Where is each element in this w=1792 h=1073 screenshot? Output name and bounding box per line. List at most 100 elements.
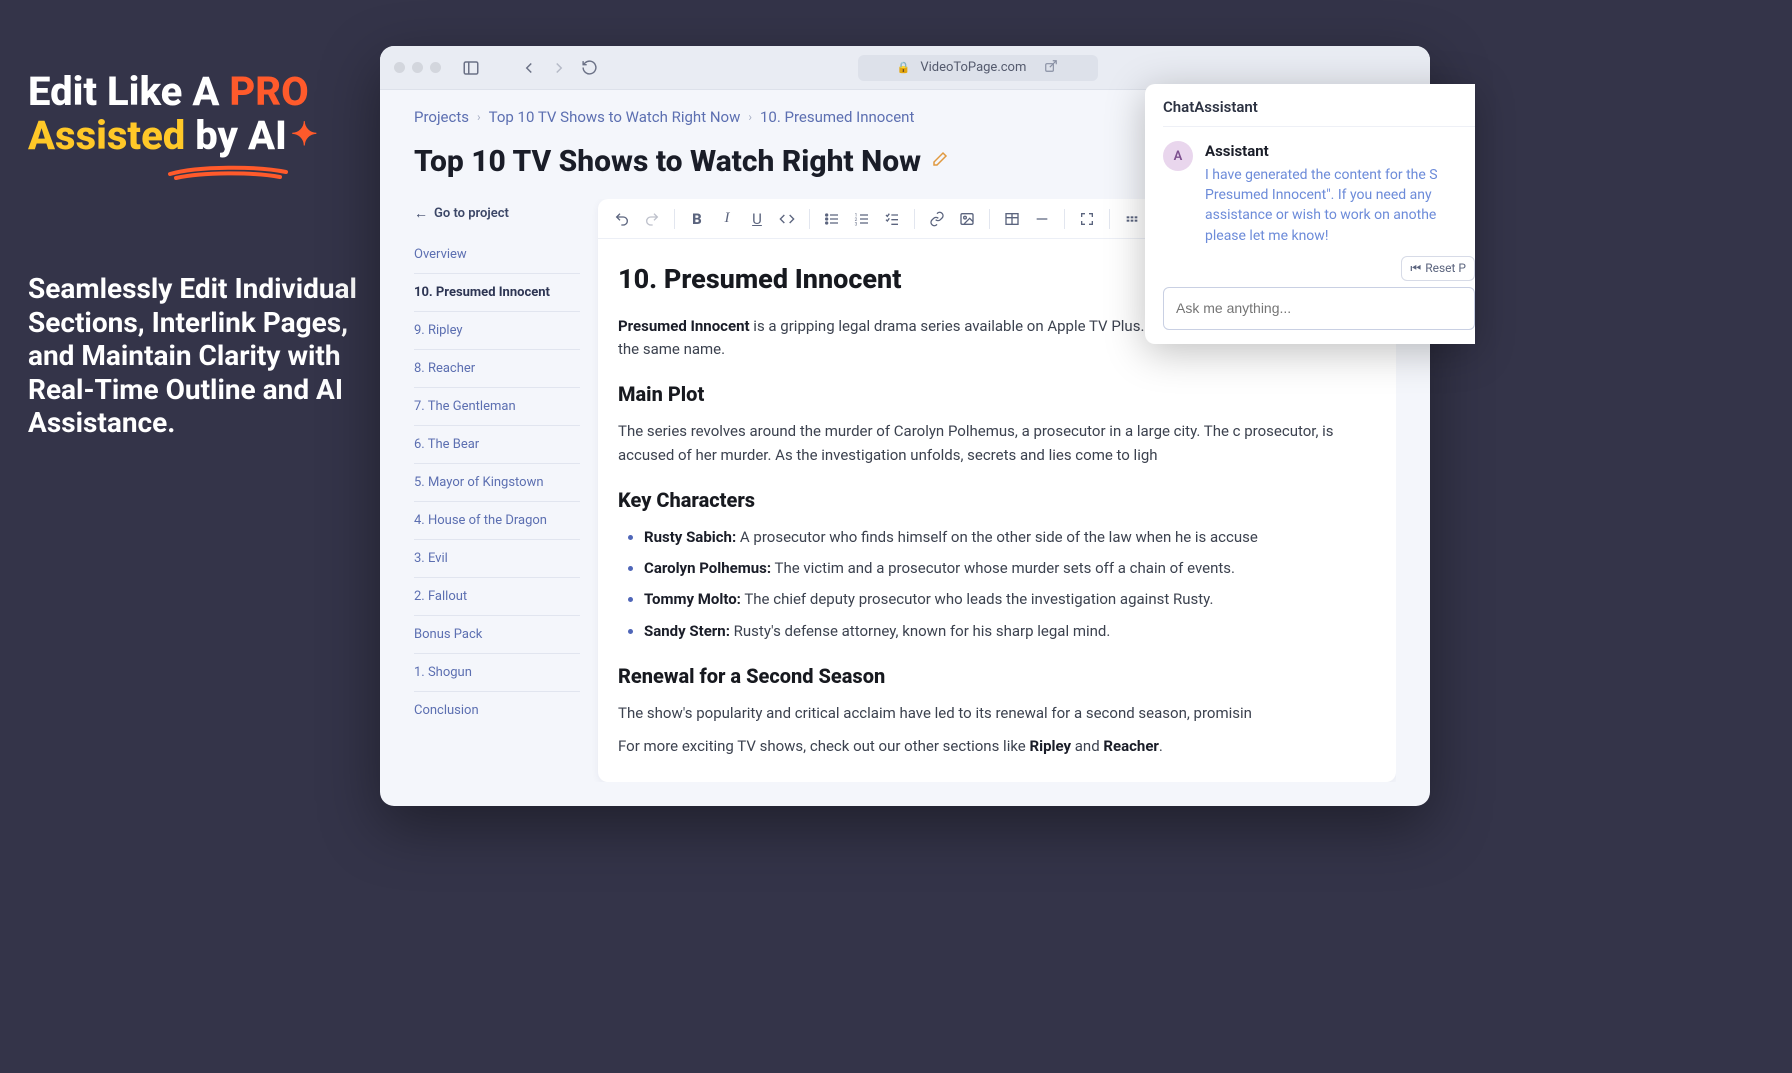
avatar: A bbox=[1163, 141, 1193, 171]
key-characters-heading: Key Characters bbox=[618, 485, 1376, 516]
page-title: Top 10 TV Shows to Watch Right Now bbox=[414, 144, 921, 179]
footer-paragraph: For more exciting TV shows, check out ou… bbox=[618, 735, 1376, 758]
headline-part1: Edit Like A bbox=[28, 68, 229, 115]
outline-item-evil[interactable]: 3. Evil bbox=[414, 540, 580, 578]
outline-item-reacher[interactable]: 8. Reacher bbox=[414, 350, 580, 388]
outline-item-house-dragon[interactable]: 4. House of the Dragon bbox=[414, 502, 580, 540]
traffic-light-max[interactable] bbox=[430, 62, 441, 73]
outline-item-conclusion[interactable]: Conclusion bbox=[414, 692, 580, 729]
toolbar-divider bbox=[809, 209, 810, 229]
char-name: Tommy Molto: bbox=[644, 590, 741, 608]
char-name: Rusty Sabich: bbox=[644, 528, 736, 546]
url-bar[interactable]: 🔒 VideoToPage.com bbox=[858, 55, 1098, 81]
nav-forward-icon[interactable] bbox=[549, 58, 569, 78]
outline-panel: ← Go to project Overview 10. Presumed In… bbox=[414, 199, 580, 782]
fullscreen-button[interactable] bbox=[1073, 205, 1101, 233]
list-item: Rusty Sabich: A prosecutor who finds him… bbox=[644, 526, 1376, 549]
outline-item-overview[interactable]: Overview bbox=[414, 236, 580, 274]
breadcrumb-project[interactable]: Top 10 TV Shows to Watch Right Now bbox=[489, 108, 741, 126]
ordered-list-button[interactable]: 123 bbox=[848, 205, 876, 233]
traffic-lights bbox=[394, 62, 441, 73]
svg-text:3: 3 bbox=[855, 221, 858, 226]
undo-button[interactable] bbox=[608, 205, 636, 233]
sparkle-icon: ✦ bbox=[291, 115, 318, 153]
arrow-left-icon: ← bbox=[414, 205, 428, 222]
footer-mid: and bbox=[1071, 737, 1103, 755]
outline-item-ripley[interactable]: 9. Ripley bbox=[414, 312, 580, 350]
go-to-project-label: Go to project bbox=[434, 206, 509, 221]
character-list: Rusty Sabich: A prosecutor who finds him… bbox=[618, 526, 1376, 643]
image-button[interactable] bbox=[953, 205, 981, 233]
list-item: Tommy Molto: The chief deputy prosecutor… bbox=[644, 588, 1376, 611]
reset-label: Reset P bbox=[1425, 261, 1466, 275]
lock-icon: 🔒 bbox=[897, 61, 911, 74]
chat-sender-name: Assistant bbox=[1205, 141, 1475, 163]
main-plot-text: The series revolves around the murder of… bbox=[618, 420, 1376, 467]
hr-button[interactable] bbox=[1028, 205, 1056, 233]
toolbar-divider bbox=[674, 209, 675, 229]
list-item: Sandy Stern: Rusty's defense attorney, k… bbox=[644, 620, 1376, 643]
checklist-button[interactable] bbox=[878, 205, 906, 233]
chat-title: ChatAssistant bbox=[1163, 98, 1475, 127]
renewal-heading: Renewal for a Second Season bbox=[618, 661, 1376, 692]
chevron-right-icon: › bbox=[477, 110, 481, 124]
chat-assistant-panel: ChatAssistant A Assistant I have generat… bbox=[1145, 84, 1475, 344]
outline-item-presumed-innocent[interactable]: 10. Presumed Innocent bbox=[414, 274, 580, 312]
footer-link-reacher[interactable]: Reacher bbox=[1103, 737, 1159, 755]
underline-button[interactable]: U bbox=[743, 205, 771, 233]
headline-pro: PRO bbox=[229, 68, 308, 115]
more-button[interactable] bbox=[1118, 205, 1146, 233]
go-to-project-link[interactable]: ← Go to project bbox=[414, 199, 580, 236]
chat-input-row: ⏮ Reset P bbox=[1163, 256, 1475, 281]
italic-button[interactable]: I bbox=[713, 205, 741, 233]
outline-item-mayor[interactable]: 5. Mayor of Kingstown bbox=[414, 464, 580, 502]
char-desc: The chief deputy prosecutor who leads th… bbox=[741, 590, 1214, 608]
outline-item-shogun[interactable]: 1. Shogun bbox=[414, 654, 580, 692]
footer-link-ripley[interactable]: Ripley bbox=[1029, 737, 1071, 755]
link-button[interactable] bbox=[923, 205, 951, 233]
code-button[interactable] bbox=[773, 205, 801, 233]
chat-message-text: I have generated the content for the S P… bbox=[1205, 165, 1475, 246]
outline-item-gentleman[interactable]: 7. The Gentleman bbox=[414, 388, 580, 426]
marketing-paragraph: Seamlessly Edit Individual Sections, Int… bbox=[28, 272, 358, 440]
breadcrumb-root[interactable]: Projects bbox=[414, 108, 469, 126]
marketing-copy: Edit Like A PRO Assisted by AI✦ Seamless… bbox=[28, 70, 358, 440]
footer-post: . bbox=[1159, 737, 1163, 755]
char-name: Sandy Stern: bbox=[644, 622, 730, 640]
toolbar-divider bbox=[914, 209, 915, 229]
footer-pre: For more exciting TV shows, check out ou… bbox=[618, 737, 1029, 755]
char-name: Carolyn Polhemus: bbox=[644, 559, 771, 577]
chat-message-body: Assistant I have generated the content f… bbox=[1205, 141, 1475, 246]
renewal-text: The show's popularity and critical accla… bbox=[618, 702, 1376, 725]
nav-back-icon[interactable] bbox=[519, 58, 539, 78]
traffic-light-min[interactable] bbox=[412, 62, 423, 73]
toolbar-divider bbox=[1109, 209, 1110, 229]
char-desc: Rusty's defense attorney, known for his … bbox=[730, 622, 1110, 640]
edit-title-icon[interactable] bbox=[931, 150, 949, 173]
char-desc: The victim and a prosecutor whose murder… bbox=[771, 559, 1235, 577]
redo-button[interactable] bbox=[638, 205, 666, 233]
bullet-list-button[interactable] bbox=[818, 205, 846, 233]
outline-item-fallout[interactable]: 2. Fallout bbox=[414, 578, 580, 616]
nav-refresh-icon[interactable] bbox=[579, 58, 599, 78]
headline-assisted: Assisted bbox=[28, 112, 195, 159]
chat-message: A Assistant I have generated the content… bbox=[1163, 127, 1475, 246]
outline-item-bonus[interactable]: Bonus Pack bbox=[414, 616, 580, 654]
reset-button[interactable]: ⏮ Reset P bbox=[1401, 256, 1475, 281]
sidebar-toggle-icon[interactable] bbox=[461, 58, 481, 78]
table-button[interactable] bbox=[998, 205, 1026, 233]
traffic-light-close[interactable] bbox=[394, 62, 405, 73]
outline-item-bear[interactable]: 6. The Bear bbox=[414, 426, 580, 464]
chat-input[interactable] bbox=[1163, 287, 1475, 330]
underline-swoosh-icon bbox=[168, 164, 288, 182]
toolbar-divider bbox=[1064, 209, 1065, 229]
breadcrumb-page[interactable]: 10. Presumed Innocent bbox=[760, 108, 914, 126]
intro-bold: Presumed Innocent bbox=[618, 317, 750, 335]
chevron-right-icon: › bbox=[748, 110, 752, 124]
headline-byai: by AI bbox=[195, 112, 287, 159]
url-text: VideoToPage.com bbox=[920, 60, 1026, 75]
char-desc: A prosecutor who finds himself on the ot… bbox=[736, 528, 1258, 546]
list-item: Carolyn Polhemus: The victim and a prose… bbox=[644, 557, 1376, 580]
bold-button[interactable]: B bbox=[683, 205, 711, 233]
share-icon[interactable] bbox=[1044, 59, 1058, 77]
